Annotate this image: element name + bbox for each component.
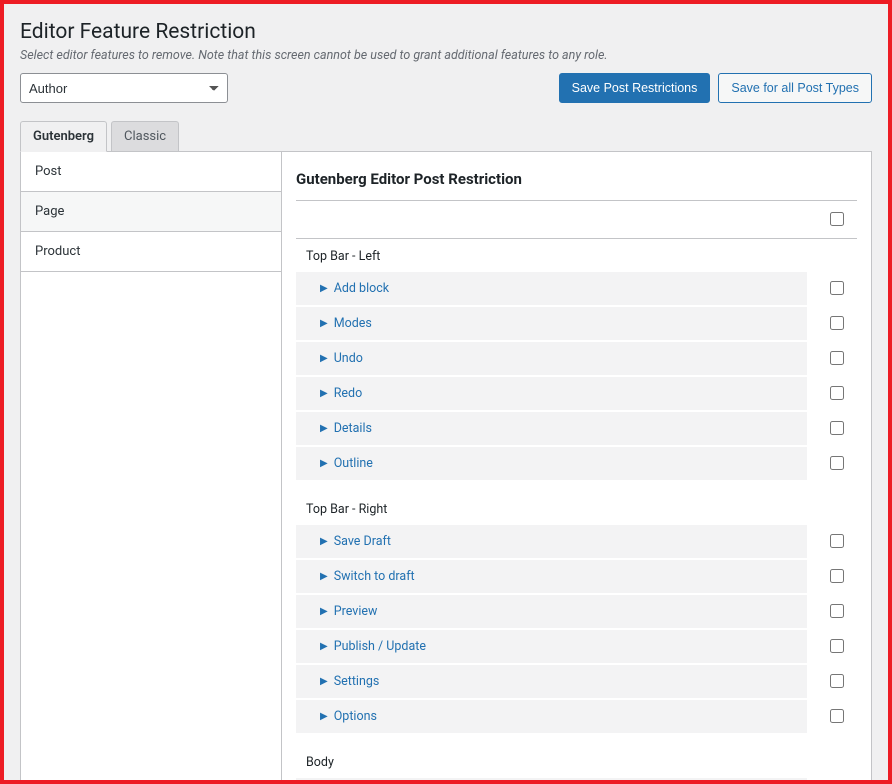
tab-gutenberg[interactable]: Gutenberg [20, 121, 107, 152]
feature-row[interactable]: ▶ Details [296, 412, 807, 445]
page-title: Editor Feature Restriction [20, 20, 872, 44]
feature-label: Undo [334, 351, 363, 366]
caret-icon: ▶ [320, 676, 328, 687]
header-spacer [296, 200, 807, 239]
post-type-sidebar: Post Page Product [21, 152, 282, 780]
feature-label: Publish / Update [334, 639, 426, 654]
feature-checkbox[interactable] [830, 316, 844, 330]
select-all-checkbox[interactable] [830, 212, 844, 226]
feature-checkbox[interactable] [830, 534, 844, 548]
caret-icon: ▶ [320, 536, 328, 547]
feature-row[interactable]: ▶ Publish / Update [296, 630, 807, 663]
caret-icon: ▶ [320, 388, 328, 399]
role-select[interactable]: Author [20, 73, 228, 103]
caret-icon: ▶ [320, 318, 328, 329]
section-label: Top Bar - Left [296, 239, 857, 272]
feature-checkbox[interactable] [830, 604, 844, 618]
caret-icon: ▶ [320, 283, 328, 294]
caret-icon: ▶ [320, 458, 328, 469]
feature-label: Save Draft [334, 534, 391, 549]
save-post-restrictions-button[interactable]: Save Post Restrictions [559, 73, 711, 103]
feature-row[interactable]: ▶ Switch to draft [296, 560, 807, 593]
feature-row[interactable]: ▶ Outline [296, 447, 807, 480]
feature-checkbox[interactable] [830, 639, 844, 653]
sidebar-item-product[interactable]: Product [21, 232, 281, 272]
caret-icon: ▶ [320, 571, 328, 582]
feature-label: Settings [334, 674, 380, 689]
page-description: Select editor features to remove. Note t… [20, 48, 872, 63]
feature-row[interactable]: ▶ Options [296, 700, 807, 733]
editor-tabs: Gutenberg Classic [20, 121, 872, 152]
feature-label: Redo [334, 386, 363, 401]
feature-label: Modes [334, 316, 372, 331]
caret-icon: ▶ [320, 641, 328, 652]
feature-row[interactable]: ▶ Undo [296, 342, 807, 375]
caret-icon: ▶ [320, 423, 328, 434]
feature-checkbox[interactable] [830, 421, 844, 435]
feature-checkbox[interactable] [830, 456, 844, 470]
feature-label: Switch to draft [334, 569, 415, 584]
feature-row[interactable]: ▶ Save Draft [296, 525, 807, 558]
feature-label: Outline [334, 456, 373, 471]
feature-checkbox[interactable] [830, 351, 844, 365]
main-panel: Post Page Product Gutenberg Editor Post … [20, 152, 872, 780]
caret-icon: ▶ [320, 353, 328, 364]
save-all-post-types-button[interactable]: Save for all Post Types [718, 73, 872, 103]
feature-row[interactable]: ▶ Settings [296, 665, 807, 698]
tab-classic[interactable]: Classic [111, 121, 179, 152]
feature-checkbox[interactable] [830, 709, 844, 723]
feature-row[interactable]: ▶ Modes [296, 307, 807, 340]
feature-label: Preview [334, 604, 378, 619]
feature-label: Add block [334, 281, 389, 296]
caret-icon: ▶ [320, 606, 328, 617]
feature-checkbox[interactable] [830, 386, 844, 400]
sidebar-item-page[interactable]: Page [21, 192, 281, 232]
feature-row[interactable]: ▶ Redo [296, 377, 807, 410]
feature-row[interactable]: ▶ Add block [296, 272, 807, 305]
caret-icon: ▶ [320, 711, 328, 722]
feature-row[interactable]: ▶Edit title [296, 778, 807, 780]
content-heading: Gutenberg Editor Post Restriction [296, 170, 857, 188]
section-label: Top Bar - Right [296, 492, 857, 525]
feature-checkbox[interactable] [830, 569, 844, 583]
feature-row[interactable]: ▶ Preview [296, 595, 807, 628]
feature-checkbox[interactable] [830, 674, 844, 688]
content-area: Gutenberg Editor Post Restriction Top Ba… [282, 152, 871, 780]
toolbar: Author Save Post Restrictions Save for a… [20, 73, 872, 103]
sidebar-item-post[interactable]: Post [21, 152, 281, 192]
restriction-table: Top Bar - Left ▶ Add block ▶ Modes ▶ Undo ▶… [296, 200, 857, 780]
section-label: Body [296, 745, 857, 778]
feature-label: Options [334, 709, 377, 724]
feature-checkbox[interactable] [830, 281, 844, 295]
feature-label: Details [334, 421, 372, 436]
